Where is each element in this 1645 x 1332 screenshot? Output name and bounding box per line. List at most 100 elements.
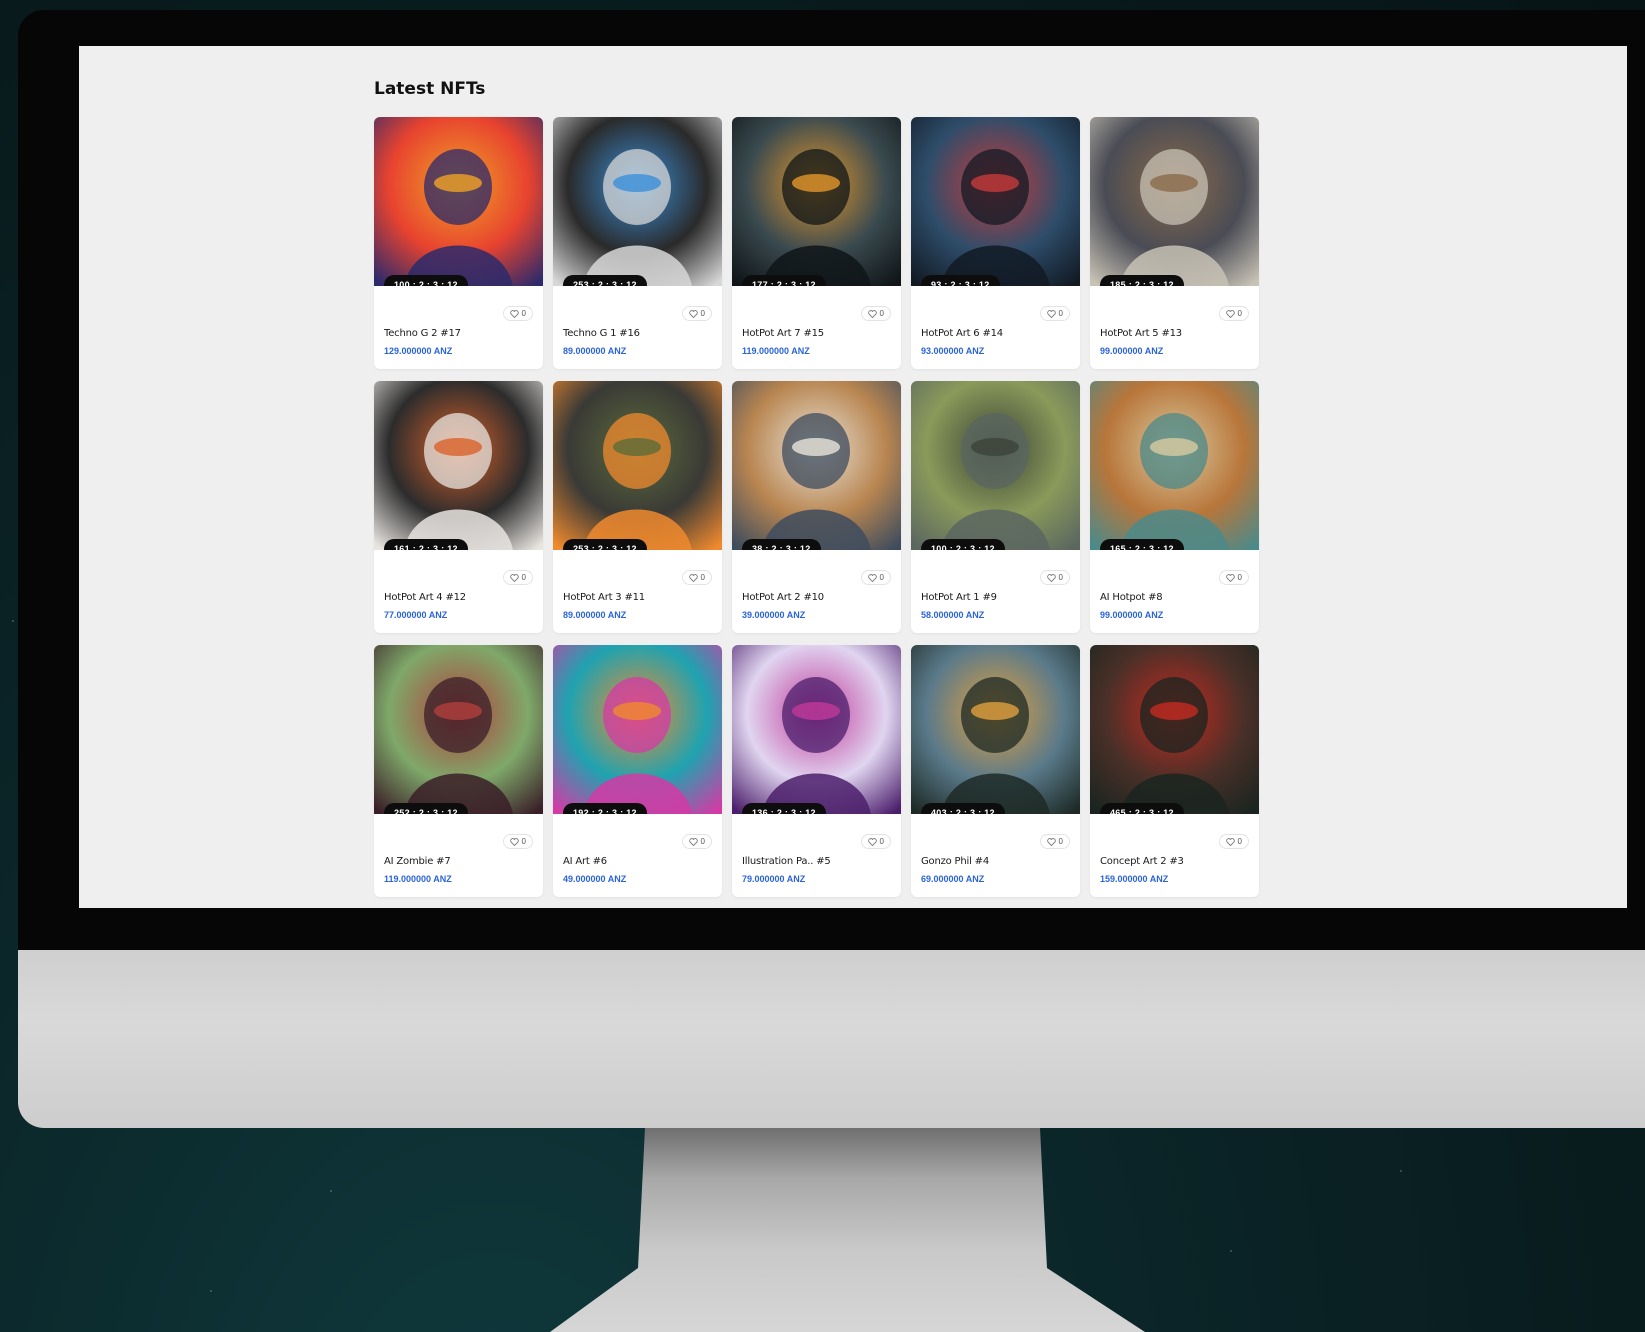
heart-icon — [688, 309, 698, 318]
auction-timer: 192 : 2 : 3 : 12 — [563, 803, 647, 814]
nft-name[interactable]: Techno G 2 #17 — [384, 328, 461, 339]
nft-image[interactable]: 185 : 2 : 3 : 12 — [1090, 117, 1259, 286]
nft-card[interactable]: 100 : 2 : 3 : 12 0 HotPot Art 1 #9 58.00… — [911, 381, 1080, 633]
like-count: 0 — [879, 309, 884, 318]
nft-name[interactable]: AI Art #6 — [563, 856, 607, 867]
nft-card[interactable]: 252 : 2 : 3 : 12 0 AI Zombie #7 119.0000… — [374, 645, 543, 897]
nft-price: 69.000000 ANZ — [921, 874, 985, 884]
nft-card[interactable]: 253 : 2 : 3 : 12 0 HotPot Art 3 #11 89.0… — [553, 381, 722, 633]
nft-price: 39.000000 ANZ — [742, 610, 806, 620]
nft-image[interactable]: 100 : 2 : 3 : 12 — [374, 117, 543, 286]
nft-name[interactable]: HotPot Art 1 #9 — [921, 592, 997, 603]
like-button[interactable]: 0 — [860, 834, 891, 849]
heart-icon — [688, 573, 698, 582]
auction-timer: 252 : 2 : 3 : 12 — [384, 803, 468, 814]
heart-icon — [688, 837, 698, 846]
nft-price: 99.000000 ANZ — [1100, 346, 1164, 356]
nft-card[interactable]: 161 : 2 : 3 : 12 0 HotPot Art 4 #12 77.0… — [374, 381, 543, 633]
nft-card[interactable]: 185 : 2 : 3 : 12 0 HotPot Art 5 #13 99.0… — [1090, 117, 1259, 369]
heart-icon — [509, 573, 519, 582]
auction-timer: 253 : 2 : 3 : 12 — [563, 275, 647, 286]
heart-icon — [867, 309, 877, 318]
heart-icon — [1225, 309, 1235, 318]
nft-image[interactable]: 253 : 2 : 3 : 12 — [553, 381, 722, 550]
nft-card[interactable]: 253 : 2 : 3 : 12 0 Techno G 1 #16 89.000… — [553, 117, 722, 369]
nft-price: 99.000000 ANZ — [1100, 610, 1164, 620]
nft-card[interactable]: 192 : 2 : 3 : 12 0 AI Art #6 49.000000 A… — [553, 645, 722, 897]
nft-card[interactable]: 136 : 2 : 3 : 12 0 Illustration Pa.. #5 … — [732, 645, 901, 897]
nft-image[interactable]: 161 : 2 : 3 : 12 — [374, 381, 543, 550]
heart-icon — [1225, 573, 1235, 582]
nft-image[interactable]: 252 : 2 : 3 : 12 — [374, 645, 543, 814]
like-button[interactable]: 0 — [860, 306, 891, 321]
auction-timer: 177 : 2 : 3 : 12 — [742, 275, 826, 286]
nft-price: 89.000000 ANZ — [563, 610, 627, 620]
like-count: 0 — [521, 573, 526, 582]
auction-timer: 185 : 2 : 3 : 12 — [1100, 275, 1184, 286]
nft-name[interactable]: Gonzo Phil #4 — [921, 856, 989, 867]
heart-icon — [1225, 837, 1235, 846]
like-button[interactable]: 0 — [1218, 306, 1249, 321]
nft-price: 129.000000 ANZ — [384, 346, 453, 356]
screen: Latest NFTs 100 : 2 : 3 : 12 0 Techno G … — [79, 46, 1627, 908]
like-button[interactable]: 0 — [681, 306, 712, 321]
auction-timer: 161 : 2 : 3 : 12 — [384, 539, 468, 550]
nft-card[interactable]: 93 : 2 : 3 : 12 0 HotPot Art 6 #14 93.00… — [911, 117, 1080, 369]
nft-name[interactable]: AI Zombie #7 — [384, 856, 451, 867]
like-count: 0 — [879, 573, 884, 582]
nft-image[interactable]: 136 : 2 : 3 : 12 — [732, 645, 901, 814]
nft-card[interactable]: 165 : 2 : 3 : 12 0 AI Hotpot #8 99.00000… — [1090, 381, 1259, 633]
nft-card[interactable]: 38 : 2 : 3 : 12 0 HotPot Art 2 #10 39.00… — [732, 381, 901, 633]
nft-card[interactable]: 177 : 2 : 3 : 12 0 HotPot Art 7 #15 119.… — [732, 117, 901, 369]
nft-name[interactable]: Concept Art 2 #3 — [1100, 856, 1184, 867]
nft-image[interactable]: 253 : 2 : 3 : 12 — [553, 117, 722, 286]
nft-price: 89.000000 ANZ — [563, 346, 627, 356]
like-button[interactable]: 0 — [502, 570, 533, 585]
nft-name[interactable]: HotPot Art 7 #15 — [742, 328, 824, 339]
like-button[interactable]: 0 — [860, 570, 891, 585]
nft-price: 119.000000 ANZ — [384, 874, 452, 884]
like-button[interactable]: 0 — [1218, 834, 1249, 849]
nft-image[interactable]: 403 : 2 : 3 : 12 — [911, 645, 1080, 814]
nft-name[interactable]: Techno G 1 #16 — [563, 328, 640, 339]
like-button[interactable]: 0 — [681, 834, 712, 849]
like-button[interactable]: 0 — [1039, 306, 1070, 321]
heart-icon — [867, 837, 877, 846]
auction-timer: 253 : 2 : 3 : 12 — [563, 539, 647, 550]
heart-icon — [1046, 837, 1056, 846]
nft-card[interactable]: 465 : 2 : 3 : 12 0 Concept Art 2 #3 159.… — [1090, 645, 1259, 897]
nft-name[interactable]: HotPot Art 2 #10 — [742, 592, 824, 603]
nft-name[interactable]: HotPot Art 6 #14 — [921, 328, 1003, 339]
nft-image[interactable]: 192 : 2 : 3 : 12 — [553, 645, 722, 814]
nft-image[interactable]: 93 : 2 : 3 : 12 — [911, 117, 1080, 286]
like-button[interactable]: 0 — [1039, 834, 1070, 849]
like-button[interactable]: 0 — [502, 834, 533, 849]
nft-price: 159.000000 ANZ — [1100, 874, 1169, 884]
nft-name[interactable]: HotPot Art 4 #12 — [384, 592, 466, 603]
like-count: 0 — [1237, 837, 1242, 846]
nft-name[interactable]: AI Hotpot #8 — [1100, 592, 1163, 603]
nft-card[interactable]: 403 : 2 : 3 : 12 0 Gonzo Phil #4 69.0000… — [911, 645, 1080, 897]
like-button[interactable]: 0 — [681, 570, 712, 585]
nft-image[interactable]: 465 : 2 : 3 : 12 — [1090, 645, 1259, 814]
auction-timer: 100 : 2 : 3 : 12 — [921, 539, 1005, 550]
like-count: 0 — [521, 837, 526, 846]
nft-price: 49.000000 ANZ — [563, 874, 627, 884]
nft-image[interactable]: 100 : 2 : 3 : 12 — [911, 381, 1080, 550]
like-button[interactable]: 0 — [1218, 570, 1249, 585]
nft-name[interactable]: HotPot Art 5 #13 — [1100, 328, 1182, 339]
nft-name[interactable]: HotPot Art 3 #11 — [563, 592, 645, 603]
heart-icon — [1046, 309, 1056, 318]
nft-image[interactable]: 38 : 2 : 3 : 12 — [732, 381, 901, 550]
nft-image[interactable]: 165 : 2 : 3 : 12 — [1090, 381, 1259, 550]
like-count: 0 — [1058, 837, 1063, 846]
like-button[interactable]: 0 — [502, 306, 533, 321]
nft-card[interactable]: 100 : 2 : 3 : 12 0 Techno G 2 #17 129.00… — [374, 117, 543, 369]
nft-image[interactable]: 177 : 2 : 3 : 12 — [732, 117, 901, 286]
section-title: Latest NFTs — [374, 79, 486, 99]
like-count: 0 — [700, 309, 705, 318]
like-count: 0 — [1058, 573, 1063, 582]
monitor-stand — [550, 1128, 1145, 1332]
nft-name[interactable]: Illustration Pa.. #5 — [742, 856, 831, 867]
like-button[interactable]: 0 — [1039, 570, 1070, 585]
